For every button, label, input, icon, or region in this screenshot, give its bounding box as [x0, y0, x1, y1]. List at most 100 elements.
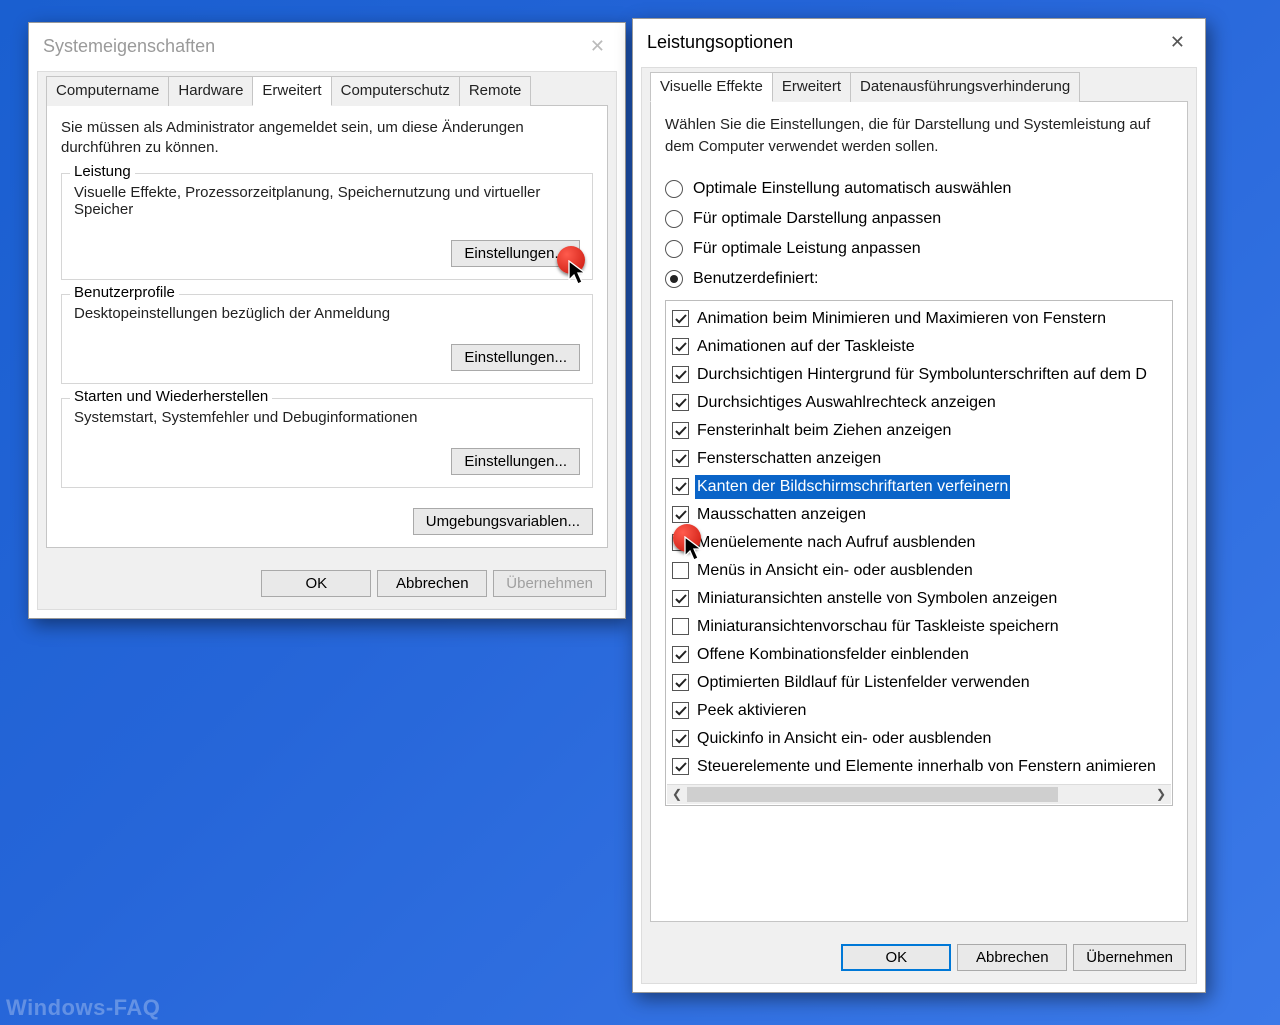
effect-row[interactable]: Kanten der Bildschirmschriftarten verfei…: [668, 473, 1172, 501]
effect-checkbox[interactable]: [672, 422, 689, 439]
effect-checkbox[interactable]: [672, 478, 689, 495]
perfopts-inner: Visuelle Effekte Erweitert Datenausführu…: [641, 67, 1197, 984]
system-properties-dialog: Systemeigenschaften ✕ Computername Hardw…: [28, 22, 626, 619]
effects-listbox[interactable]: Animation beim Minimieren und Maximieren…: [665, 300, 1173, 806]
effect-row[interactable]: Optimierten Bildlauf für Listenfelder ve…: [668, 669, 1172, 697]
effect-checkbox[interactable]: [672, 562, 689, 579]
effect-checkbox[interactable]: [672, 730, 689, 747]
effect-row[interactable]: Fensterinhalt beim Ziehen anzeigen: [668, 417, 1172, 445]
effect-checkbox[interactable]: [672, 758, 689, 775]
admin-note: Sie müssen als Administrator angemeldet …: [61, 118, 593, 159]
radio-best-appearance-label: Für optimale Darstellung anpassen: [693, 210, 941, 228]
effect-row[interactable]: Steuerelemente und Elemente innerhalb vo…: [668, 753, 1172, 781]
tab-dep[interactable]: Datenausführungsverhinderung: [850, 72, 1080, 102]
effect-row[interactable]: Animation beim Minimieren und Maximieren…: [668, 305, 1172, 333]
radio-best-appearance[interactable]: Für optimale Darstellung anpassen: [665, 210, 1173, 228]
perfopts-close-button[interactable]: ✕: [1160, 29, 1195, 55]
hscroll-track[interactable]: [687, 785, 1151, 804]
radio-custom[interactable]: Benutzerdefiniert:: [665, 270, 1173, 288]
effect-row[interactable]: Mausschatten anzeigen: [668, 501, 1172, 529]
effect-checkbox[interactable]: [672, 366, 689, 383]
radio-auto-label: Optimale Einstellung automatisch auswähl…: [693, 180, 1011, 198]
sysprops-tabpanel: Sie müssen als Administrator angemeldet …: [46, 106, 608, 548]
hscroll-right-arrow[interactable]: ❯: [1151, 785, 1171, 804]
sysprops-footer: OK Abbrechen Übernehmen: [46, 570, 608, 597]
radio-auto[interactable]: Optimale Einstellung automatisch auswähl…: [665, 180, 1173, 198]
effect-row[interactable]: Animationen auf der Taskleiste: [668, 333, 1172, 361]
radio-best-appearance-indicator: [665, 210, 683, 228]
radio-best-performance-indicator: [665, 240, 683, 258]
effect-row[interactable]: Menüelemente nach Aufruf ausblenden: [668, 529, 1172, 557]
effect-row[interactable]: Menüs in Ansicht ein- oder ausblenden: [668, 557, 1172, 585]
effect-row[interactable]: Offene Kombinationsfelder einblenden: [668, 641, 1172, 669]
effect-checkbox[interactable]: [672, 394, 689, 411]
effect-label: Miniaturansichtenvorschau für Taskleiste…: [695, 615, 1061, 639]
performance-settings-button[interactable]: Einstellungen...: [451, 240, 580, 267]
effect-checkbox[interactable]: [672, 310, 689, 327]
sysprops-close-button[interactable]: ✕: [580, 33, 615, 59]
effect-label: Menüelemente nach Aufruf ausblenden: [695, 531, 977, 555]
effect-checkbox[interactable]: [672, 338, 689, 355]
startup-settings-button[interactable]: Einstellungen...: [451, 448, 580, 475]
radio-best-performance[interactable]: Für optimale Leistung anpassen: [665, 240, 1173, 258]
perfopts-titlebar: Leistungsoptionen ✕: [633, 19, 1205, 61]
effect-label: Animation beim Minimieren und Maximieren…: [695, 307, 1108, 331]
effect-label: Kanten der Bildschirmschriftarten verfei…: [695, 475, 1010, 499]
effect-checkbox[interactable]: [672, 590, 689, 607]
effect-checkbox[interactable]: [672, 674, 689, 691]
sysprops-tabs: Computername Hardware Erweitert Computer…: [46, 72, 608, 106]
sysprops-ok-button[interactable]: OK: [261, 570, 371, 597]
effect-checkbox[interactable]: [672, 450, 689, 467]
perfopts-footer: OK Abbrechen Übernehmen: [650, 944, 1188, 971]
tab-remote[interactable]: Remote: [459, 76, 532, 106]
effect-label: Offene Kombinationsfelder einblenden: [695, 643, 971, 667]
sysprops-title: Systemeigenschaften: [43, 36, 215, 57]
userprofiles-legend: Benutzerprofile: [70, 284, 179, 301]
effect-label: Durchsichtiges Auswahlrechteck anzeigen: [695, 391, 998, 415]
startup-group: Starten und Wiederherstellen Systemstart…: [61, 398, 593, 488]
tab-erweitert[interactable]: Erweitert: [252, 76, 331, 106]
tab-computername[interactable]: Computername: [46, 76, 169, 106]
radio-best-performance-label: Für optimale Leistung anpassen: [693, 240, 921, 258]
tab-advanced[interactable]: Erweitert: [772, 72, 851, 102]
effect-label: Durchsichtigen Hintergrund für Symbolunt…: [695, 363, 1149, 387]
userprofiles-group: Benutzerprofile Desktopeinstellungen bez…: [61, 294, 593, 384]
effect-checkbox[interactable]: [672, 506, 689, 523]
userprofiles-desc: Desktopeinstellungen bezüglich der Anmel…: [74, 305, 580, 322]
hscroll-thumb[interactable]: [687, 787, 1058, 802]
perfopts-cancel-button[interactable]: Abbrechen: [957, 944, 1067, 971]
effect-row[interactable]: Peek aktivieren: [668, 697, 1172, 725]
effect-row[interactable]: Fensterschatten anzeigen: [668, 445, 1172, 473]
sysprops-apply-button[interactable]: Übernehmen: [493, 570, 606, 597]
effect-row[interactable]: Miniaturansichtenvorschau für Taskleiste…: [668, 613, 1172, 641]
userprofiles-settings-button[interactable]: Einstellungen...: [451, 344, 580, 371]
tab-computerschutz[interactable]: Computerschutz: [331, 76, 460, 106]
sysprops-cancel-button[interactable]: Abbrechen: [377, 570, 487, 597]
effect-label: Miniaturansichten anstelle von Symbolen …: [695, 587, 1059, 611]
tab-visual-effects[interactable]: Visuelle Effekte: [650, 72, 773, 102]
effect-checkbox[interactable]: [672, 646, 689, 663]
radio-custom-indicator: [665, 270, 683, 288]
hscroll-left-arrow[interactable]: ❮: [667, 785, 687, 804]
effect-label: Optimierten Bildlauf für Listenfelder ve…: [695, 671, 1032, 695]
effect-label: Mausschatten anzeigen: [695, 503, 868, 527]
performance-group: Leistung Visuelle Effekte, Prozessorzeit…: [61, 173, 593, 280]
perfopts-title: Leistungsoptionen: [647, 32, 793, 53]
effect-checkbox[interactable]: [672, 618, 689, 635]
effect-checkbox[interactable]: [672, 534, 689, 551]
effect-row[interactable]: Durchsichtigen Hintergrund für Symbolunt…: [668, 361, 1172, 389]
effect-row[interactable]: Quickinfo in Ansicht ein- oder ausblende…: [668, 725, 1172, 753]
startup-legend: Starten und Wiederherstellen: [70, 388, 272, 405]
performance-options-dialog: Leistungsoptionen ✕ Visuelle Effekte Erw…: [632, 18, 1206, 993]
perfopts-ok-button[interactable]: OK: [841, 944, 951, 971]
effect-checkbox[interactable]: [672, 702, 689, 719]
perfopts-tabpanel: Wählen Sie die Einstellungen, die für Da…: [650, 102, 1188, 922]
effects-hscrollbar[interactable]: ❮ ❯: [667, 784, 1171, 804]
sysprops-inner: Computername Hardware Erweitert Computer…: [37, 71, 617, 610]
effect-label: Animationen auf der Taskleiste: [695, 335, 917, 359]
env-vars-button[interactable]: Umgebungsvariablen...: [413, 508, 593, 535]
perfopts-apply-button[interactable]: Übernehmen: [1073, 944, 1186, 971]
tab-hardware[interactable]: Hardware: [168, 76, 253, 106]
effect-row[interactable]: Miniaturansichten anstelle von Symbolen …: [668, 585, 1172, 613]
effect-row[interactable]: Durchsichtiges Auswahlrechteck anzeigen: [668, 389, 1172, 417]
